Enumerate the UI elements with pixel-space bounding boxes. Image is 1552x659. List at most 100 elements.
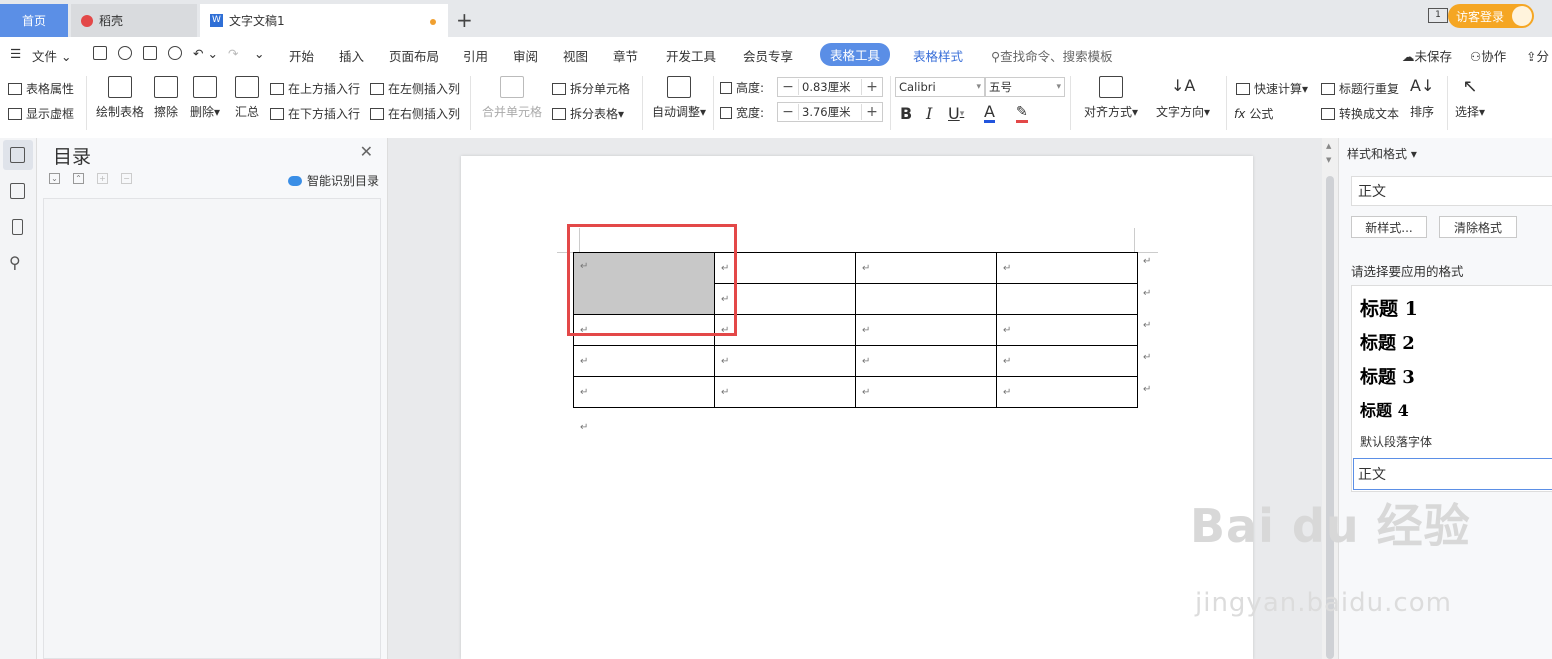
menu-dev-tools[interactable]: 开发工具	[666, 46, 716, 65]
width-value[interactable]: 3.76厘米	[798, 104, 862, 120]
align-button[interactable]: 对齐方式▾	[1084, 76, 1138, 120]
nav-pane-icon[interactable]	[10, 183, 25, 199]
merge-cells-button[interactable]: 合并单元格	[482, 76, 542, 120]
search-icon[interactable]: ⚲	[9, 253, 21, 272]
width-stepper[interactable]: − 3.76厘米 +	[777, 102, 883, 122]
font-name-select[interactable]: Calibri ▾	[895, 77, 985, 97]
smart-recognize-button[interactable]: 智能识别目录	[287, 172, 379, 189]
quick-access-more-icon[interactable]: ⌄	[254, 46, 264, 61]
tab-document[interactable]: W 文字文稿1	[200, 4, 448, 37]
style-heading-1[interactable]: 标题 1	[1360, 294, 1418, 321]
height-stepper[interactable]: − 0.83厘米 +	[777, 77, 883, 97]
table-cell[interactable]: ↵	[714, 376, 856, 408]
style-heading-4[interactable]: 标题 4	[1360, 397, 1409, 421]
menu-table-style[interactable]: 表格样式	[913, 46, 963, 65]
collab-button[interactable]: ⚇协作	[1470, 46, 1506, 65]
quick-calc-button[interactable]: 快速计算 ▾	[1236, 80, 1308, 97]
new-style-button[interactable]: 新样式...	[1351, 216, 1427, 238]
scrollbar-thumb[interactable]	[1326, 176, 1334, 659]
font-color-button[interactable]: A	[984, 104, 995, 123]
menu-page-layout[interactable]: 页面布局	[389, 46, 439, 65]
undo-icon[interactable]: ↶ ⌄	[193, 46, 218, 61]
window-count-icon[interactable]: 1	[1428, 8, 1448, 23]
table-cell[interactable]: ↵	[855, 345, 997, 377]
menu-member[interactable]: 会员专享	[743, 46, 793, 65]
auto-fit-button[interactable]: 自动调整▾	[652, 76, 706, 120]
save-icon[interactable]	[93, 46, 107, 60]
repeat-header-button[interactable]: 标题行重复	[1321, 80, 1399, 97]
table-cell[interactable]: ↵	[996, 314, 1138, 346]
expand-up-icon[interactable]: ⌃	[73, 173, 84, 184]
sort-button[interactable]: A↓ 排序	[1410, 76, 1434, 120]
text-direction-button[interactable]: ↓A 文字方向▾	[1156, 76, 1210, 120]
toc-panel-icon[interactable]	[10, 147, 25, 163]
menu-table-tools[interactable]: 表格工具	[820, 43, 891, 66]
split-cells-button[interactable]: 拆分单元格	[552, 80, 630, 97]
new-tab-plus-icon[interactable]: +	[456, 8, 473, 32]
convert-to-text-button[interactable]: 转换成文本	[1321, 105, 1399, 122]
menu-review[interactable]: 审阅	[513, 46, 538, 65]
style-heading-3[interactable]: 标题 3	[1360, 363, 1415, 389]
vertical-scrollbar[interactable]: ▲ ▼	[1322, 138, 1338, 659]
insert-below-button[interactable]: 在下方插入行	[270, 105, 360, 122]
erase-button[interactable]: 擦除	[154, 76, 178, 120]
collapse-all-icon[interactable]: ⌄	[49, 173, 60, 184]
menu-view[interactable]: 视图	[563, 46, 588, 65]
close-icon[interactable]: ✕	[360, 142, 373, 161]
unsaved-status[interactable]: ☁未保存	[1402, 46, 1452, 65]
table-cell[interactable]	[996, 283, 1138, 315]
command-search[interactable]: ⚲查找命令、搜索模板	[991, 46, 1113, 65]
insert-above-button[interactable]: 在上方插入行	[270, 80, 360, 97]
redo-icon[interactable]: ↷	[228, 46, 238, 61]
menu-chapter[interactable]: 章节	[613, 46, 638, 65]
select-button[interactable]: ↖ 选择▾	[1455, 76, 1485, 120]
table-cell[interactable]: ↵	[714, 345, 856, 377]
tab-daoke[interactable]: 稻壳	[71, 4, 197, 37]
table-cell[interactable]: ↵	[573, 376, 715, 408]
style-default-font[interactable]: 默认段落字体	[1360, 433, 1432, 450]
underline-button[interactable]: U ▾	[948, 104, 964, 123]
summary-button[interactable]: 汇总	[235, 76, 259, 120]
font-size-select[interactable]: 五号 ▾	[985, 77, 1065, 97]
menu-file[interactable]: 文件 ⌄	[32, 46, 71, 65]
table-cell[interactable]: ↵	[996, 345, 1138, 377]
table-cell[interactable]	[855, 283, 997, 315]
delete-button[interactable]: 删除▾	[190, 76, 220, 120]
split-table-button[interactable]: 拆分表格 ▾	[552, 105, 624, 122]
width-plus-icon[interactable]: +	[862, 104, 882, 120]
menu-start[interactable]: 开始	[289, 46, 314, 65]
style-heading-2[interactable]: 标题 2	[1360, 329, 1415, 355]
height-value[interactable]: 0.83厘米	[798, 79, 862, 95]
height-minus-icon[interactable]: −	[778, 79, 798, 95]
scroll-down-icon[interactable]: ▼	[1326, 156, 1331, 164]
format-painter-icon[interactable]	[118, 46, 132, 60]
insert-left-button[interactable]: 在左侧插入列	[370, 80, 460, 97]
guest-login-button[interactable]: 访客登录	[1448, 4, 1534, 28]
tab-home[interactable]: 首页	[0, 4, 68, 37]
styles-panel-header[interactable]: 样式和格式 ▾	[1347, 145, 1417, 162]
menu-insert[interactable]: 插入	[339, 46, 364, 65]
table-cell[interactable]: ↵	[855, 252, 997, 284]
italic-button[interactable]: I	[926, 104, 932, 123]
menu-reference[interactable]: 引用	[463, 46, 488, 65]
table-cell[interactable]: ↵	[996, 376, 1138, 408]
table-cell[interactable]: ↵	[996, 252, 1138, 284]
formula-button[interactable]: fx 公式	[1234, 105, 1273, 122]
table-cell[interactable]: ↵	[855, 376, 997, 408]
print-preview-icon[interactable]	[168, 46, 182, 60]
current-style-field[interactable]: 正文	[1351, 176, 1552, 206]
table-cell[interactable]: ↵	[573, 345, 715, 377]
scroll-up-icon[interactable]: ▲	[1326, 142, 1331, 150]
table-props-button[interactable]: 表格属性	[8, 80, 74, 97]
share-button[interactable]: ⇪分	[1526, 46, 1549, 65]
print-icon[interactable]	[143, 46, 157, 60]
hamburger-icon[interactable]: ☰	[10, 46, 21, 61]
highlight-button[interactable]: ✎	[1016, 104, 1028, 123]
clear-format-button[interactable]: 清除格式	[1439, 216, 1517, 238]
add-level-icon[interactable]: +	[97, 173, 108, 184]
document-page[interactable]: ↵ ↵ ↵ ↵ ↵ ↵ ↵ ↵ ↵ ↵ ↵ ↵ ↵ ↵ ↵ ↵ ↵ ↵ ↵ ↵ …	[461, 156, 1253, 659]
remove-level-icon[interactable]: −	[121, 173, 132, 184]
style-body-selected[interactable]: 正文	[1353, 458, 1552, 490]
show-gridlines-button[interactable]: 显示虚框	[8, 105, 74, 122]
bookmark-icon[interactable]	[12, 219, 23, 235]
